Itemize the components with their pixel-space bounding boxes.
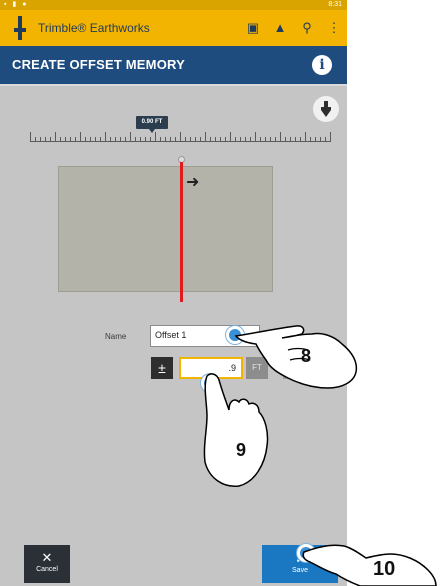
ruler-tick (200, 137, 201, 142)
ruler-tick (180, 132, 181, 142)
ruler-tick (280, 132, 281, 142)
ruler-tick (100, 137, 101, 142)
plus-minus-button[interactable]: ± (151, 357, 173, 379)
status-bar: ▪ ▮ ● 8:31 (0, 0, 347, 10)
close-icon: ✕ (41, 550, 53, 565)
more-menu-icon[interactable]: ⋮ (327, 19, 341, 37)
user-icon[interactable]: ⚲ (300, 19, 314, 37)
ruler-tick (230, 132, 231, 142)
ruler-tick (240, 137, 241, 142)
ruler-tick (55, 132, 56, 142)
status-time: 8:31 (328, 1, 342, 8)
ruler-tick (185, 137, 186, 142)
ruler-tick (245, 137, 246, 142)
step-label-8: 8 (301, 346, 312, 366)
ruler-tick (145, 137, 146, 142)
info-icon[interactable]: i (312, 55, 332, 75)
ruler-tick (250, 137, 251, 142)
arrow-right-icon: ➜ (186, 174, 200, 191)
ruler-tick (285, 137, 286, 142)
ruler-tick (300, 137, 301, 142)
ruler-tick (330, 132, 331, 142)
ruler-tick (125, 137, 126, 142)
ruler-tick (225, 137, 226, 142)
ruler-tick (70, 137, 71, 142)
ruler-tick (220, 137, 221, 142)
offset-line (180, 162, 183, 302)
app-bar-icons: ▣ ▲ ⚲ ⋮ (246, 19, 341, 37)
status-icons: ▪ ▮ ● (4, 1, 29, 8)
ruler-tick (110, 137, 111, 142)
offset-preview (58, 166, 273, 292)
ruler-tick (320, 137, 321, 142)
ruler-tick (140, 137, 141, 142)
ruler-tick (290, 137, 291, 142)
hand-pointer-icon (203, 373, 269, 487)
ruler-tick (150, 137, 151, 142)
ruler-tick (65, 137, 66, 142)
ruler-tick (120, 137, 121, 142)
ruler-tick (235, 137, 236, 142)
ruler-tick (90, 137, 91, 142)
ruler-tick (115, 137, 116, 142)
ruler-tick (45, 137, 46, 142)
ruler-tick (305, 132, 306, 142)
page-header: CREATE OFFSET MEMORY i (0, 46, 347, 84)
ruler-tick (130, 132, 131, 142)
ruler-tick (275, 137, 276, 142)
ruler-tick (215, 137, 216, 142)
ruler-tick (175, 137, 176, 142)
ruler-tick (35, 137, 36, 142)
ruler-tick (265, 137, 266, 142)
ruler-tick (60, 137, 61, 142)
bottom-bar: ✕ Cancel ✓ Save (0, 540, 347, 586)
ruler-tick (40, 137, 41, 142)
ruler-tick (315, 137, 316, 142)
ruler-tick (135, 137, 136, 142)
measure-tool-icon (321, 101, 331, 117)
app-title: Trimble® Earthworks (38, 21, 150, 35)
name-label: Name (105, 332, 127, 341)
step-label-9: 9 (236, 440, 247, 460)
ruler-tick (50, 137, 51, 142)
radio-icon[interactable]: ▣ (246, 19, 260, 37)
machine-logo-icon (14, 16, 26, 40)
page-title: CREATE OFFSET MEMORY (12, 57, 185, 72)
ruler-tick (165, 137, 166, 142)
ruler-tick (205, 132, 206, 142)
ruler-tick (295, 137, 296, 142)
offset-ruler[interactable] (30, 118, 331, 144)
ruler-tick (85, 137, 86, 142)
ruler-tick (160, 137, 161, 142)
ruler-value-callout: 0.90 FT (136, 116, 168, 133)
hand-pointer-icon (302, 544, 437, 586)
ruler-tick (95, 137, 96, 142)
ruler-tick (310, 137, 311, 142)
ruler-tick (195, 137, 196, 142)
ruler-tick (210, 137, 211, 142)
divider (0, 84, 347, 86)
ruler-tick (270, 137, 271, 142)
ruler-tick (170, 137, 171, 142)
cancel-label: Cancel (36, 566, 58, 573)
ruler-tick (260, 137, 261, 142)
bell-icon[interactable]: ▲ (273, 19, 287, 37)
app-bar: Trimble® Earthworks ▣ ▲ ⚲ ⋮ (0, 10, 347, 46)
phone-screen: ▪ ▮ ● 8:31 Trimble® Earthworks ▣ ▲ ⚲ ⋮ C… (0, 0, 347, 586)
cancel-button[interactable]: ✕ Cancel (24, 545, 70, 583)
step-label-10: 10 (373, 558, 396, 580)
ruler-tick (325, 137, 326, 142)
ruler-tick (105, 132, 106, 142)
ruler-tick (80, 132, 81, 142)
ruler-tick (75, 137, 76, 142)
ruler-tick (255, 132, 256, 142)
ruler-tick (155, 132, 156, 142)
ruler-tick (190, 137, 191, 142)
ruler-tick (30, 132, 31, 142)
